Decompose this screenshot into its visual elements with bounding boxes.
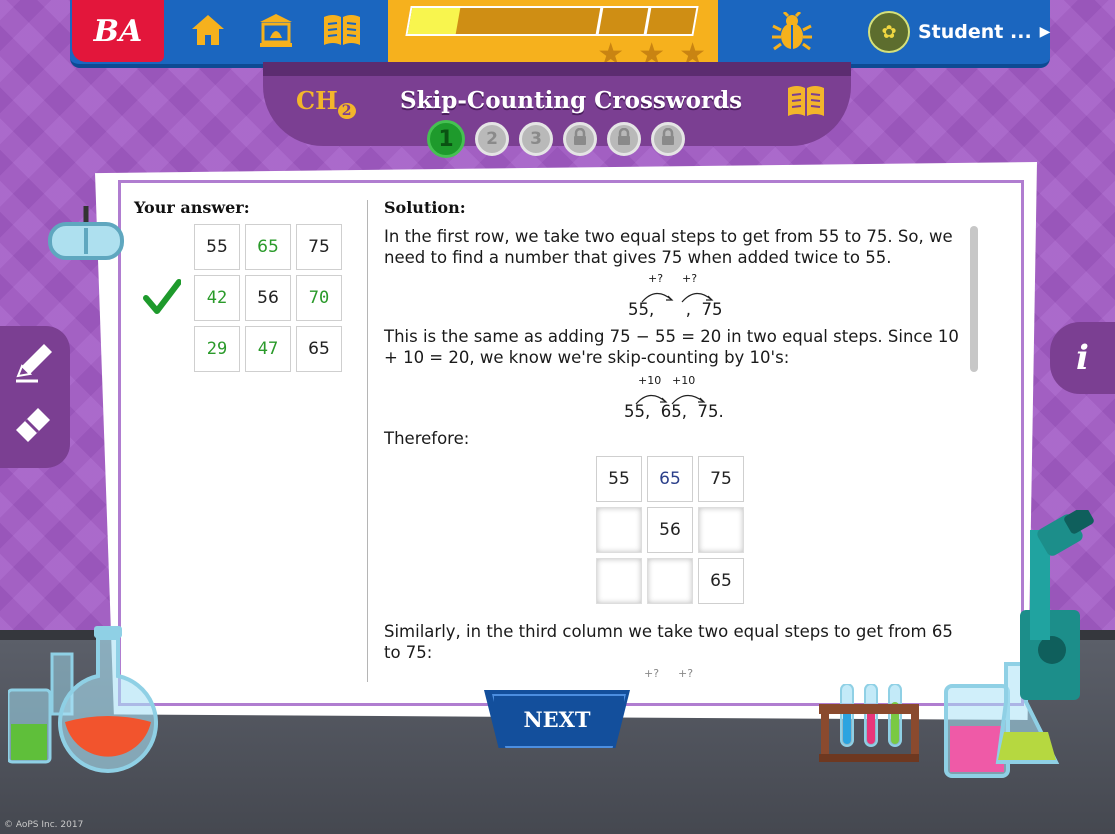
pencil-icon[interactable]	[10, 338, 58, 386]
grid-cell: 65	[698, 558, 744, 604]
grid-cell: 65	[296, 326, 342, 372]
avatar: ✿	[868, 11, 910, 53]
grid-cell: 65	[647, 456, 693, 502]
chapter-label-text: CH	[296, 86, 338, 115]
grid-cell[interactable]: 65	[245, 224, 291, 270]
eraser-icon[interactable]	[10, 398, 58, 446]
step-label: +?	[648, 272, 664, 285]
book-icon[interactable]	[786, 84, 826, 122]
student-name: Student ...	[918, 21, 1032, 43]
next-button[interactable]: NEXT	[484, 690, 630, 748]
progress-divider	[643, 8, 652, 34]
grid-cell: 56	[245, 275, 291, 321]
grid-cell: 75	[698, 456, 744, 502]
book-icon[interactable]	[322, 10, 362, 50]
goggles-icon	[46, 206, 126, 266]
solution-text: Therefore:	[384, 428, 964, 449]
step-label: +10	[638, 374, 662, 387]
scrollbar-thumb[interactable]	[970, 226, 978, 372]
step-locked	[607, 122, 641, 156]
chapter-number: 2	[337, 103, 356, 119]
grid-cell	[596, 558, 642, 604]
logo[interactable]: BA	[72, 0, 164, 62]
step-label: +?	[678, 667, 694, 680]
lock-icon	[616, 127, 632, 151]
grid-cell	[596, 507, 642, 553]
equation-text: 55, , 75	[628, 300, 723, 319]
grid-cell: 55	[596, 456, 642, 502]
home-icon[interactable]	[188, 10, 228, 50]
solution-paragraph: Similarly, in the third column we take t…	[384, 622, 953, 662]
step-indicator: 1 2 3	[427, 120, 685, 158]
grid-cell: 75	[296, 224, 342, 270]
lock-icon	[572, 127, 588, 151]
page-title: Skip-Counting Crosswords	[400, 87, 743, 114]
column-divider	[367, 200, 368, 682]
checkmark-icon	[143, 278, 182, 320]
solution-text: Similarly, in the third column we take t…	[384, 621, 964, 663]
grid-cell: 56	[647, 507, 693, 553]
grid-cell[interactable]: 47	[245, 326, 291, 372]
skip-count-diagram: +10 +10 55, 65, 75.	[624, 374, 734, 424]
step-locked	[651, 122, 685, 156]
solution-text: This is the same as adding 75 − 55 = 20 …	[384, 326, 964, 368]
bug-icon[interactable]	[770, 10, 814, 54]
skip-count-diagram: +? +?	[644, 667, 704, 681]
grid-cell: 55	[194, 224, 240, 270]
solution-paragraph: In the first row, we take two equal step…	[384, 227, 953, 267]
step-label: +10	[672, 374, 696, 387]
classroom-icon[interactable]	[256, 10, 296, 50]
progress-bar	[405, 6, 699, 36]
progress-fill	[407, 8, 461, 34]
grid-cell[interactable]: 42	[194, 275, 240, 321]
info-button[interactable]: i	[1050, 322, 1115, 394]
grid-cell	[698, 507, 744, 553]
progress-divider	[595, 8, 604, 34]
copyright: © AoPS Inc. 2017	[4, 820, 84, 830]
step-label: +?	[682, 272, 698, 285]
chevron-right-icon: ▶	[1039, 24, 1051, 40]
chapter-label: CH 2	[296, 86, 356, 119]
lock-icon	[660, 127, 676, 151]
chapter-header-shadow	[263, 62, 851, 76]
step-3[interactable]: 3	[519, 122, 553, 156]
student-menu[interactable]: ✿ Student ... ▶	[868, 11, 1051, 53]
equation-text: 55, 65, 75.	[624, 402, 724, 421]
test-tube-rack-icon	[815, 683, 925, 768]
microscope-icon	[1010, 506, 1115, 704]
flask-icon	[6, 626, 158, 800]
solution-title: Solution:	[384, 198, 466, 217]
step-label: +?	[644, 667, 660, 680]
step-locked	[563, 122, 597, 156]
solution-paragraph: Therefore:	[384, 429, 470, 448]
solution-text: In the first row, we take two equal step…	[384, 226, 964, 268]
grid-cell[interactable]: 70	[296, 275, 342, 321]
answer-grid: 55 65 75 42 56 70 29 47 65	[194, 224, 342, 372]
step-1[interactable]: 1	[427, 120, 465, 158]
skip-count-diagram: +? +? 55, , 75	[628, 272, 728, 322]
solution-grid: 55 65 75 56 65	[596, 456, 744, 604]
solution-paragraph: This is the same as adding 75 − 55 = 20 …	[384, 327, 959, 367]
step-2[interactable]: 2	[475, 122, 509, 156]
answer-title: Your answer:	[134, 198, 250, 217]
grid-cell	[647, 558, 693, 604]
grid-cell[interactable]: 29	[194, 326, 240, 372]
